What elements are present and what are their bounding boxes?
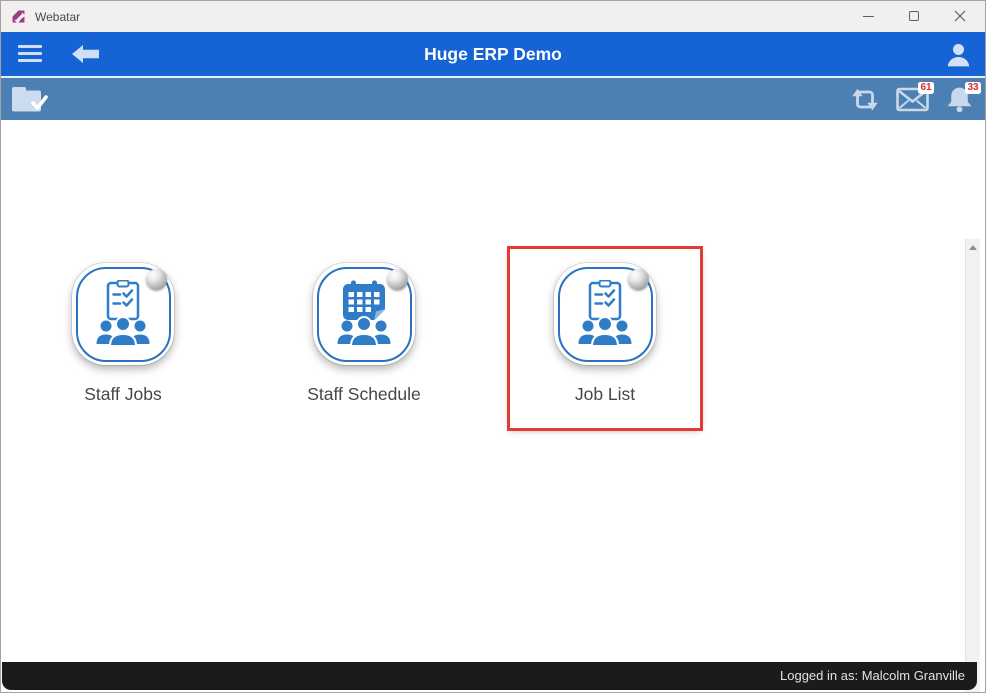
- vertical-scrollbar[interactable]: [965, 239, 980, 692]
- mail-button[interactable]: 61: [894, 81, 934, 117]
- scroll-up-button[interactable]: [966, 240, 980, 255]
- folder-button[interactable]: [9, 84, 51, 115]
- tile-icon-container: [554, 263, 656, 365]
- clipboard-people-icon: [96, 280, 150, 347]
- status-bar: Logged in as: Malcolm Granville: [2, 662, 977, 690]
- tile-job-list[interactable]: Job List: [507, 246, 703, 431]
- main-content: Staff Jobs Staff Schedule Job List: [1, 120, 985, 692]
- tile-label: Staff Schedule: [307, 384, 421, 404]
- toolbar: 61 33: [1, 76, 985, 120]
- window-controls: [845, 1, 983, 31]
- repeat-icon: [852, 88, 878, 110]
- logged-in-status: Logged in as: Malcolm Granville: [780, 668, 965, 683]
- close-button[interactable]: [937, 1, 983, 31]
- notifications-button[interactable]: 33: [941, 81, 981, 117]
- app-tiles: Staff Jobs Staff Schedule Job List: [28, 246, 703, 431]
- tile-staff-schedule[interactable]: Staff Schedule: [269, 249, 459, 428]
- tile-icon-container: [72, 263, 174, 365]
- tile-sphere-icon: [628, 269, 649, 290]
- tile-sphere-icon: [146, 269, 167, 290]
- app-header: Huge ERP Demo: [1, 32, 985, 76]
- user-button[interactable]: [945, 41, 972, 68]
- minimize-icon: [862, 15, 874, 17]
- tile-icon-container: [313, 263, 415, 365]
- refresh-button[interactable]: [847, 81, 883, 117]
- mail-badge: 61: [918, 82, 934, 94]
- tile-label: Job List: [574, 384, 636, 404]
- tile-sphere-icon: [387, 269, 408, 290]
- app-window: Webatar Huge ERP Demo 61 33 Staff Jobs S…: [0, 0, 986, 693]
- app-title: Webatar: [35, 9, 81, 24]
- calendar-people-icon: [337, 280, 391, 347]
- tile-staff-jobs[interactable]: Staff Jobs: [28, 249, 218, 428]
- toolbar-actions: 61 33: [847, 78, 981, 120]
- notifications-badge: 33: [965, 82, 981, 94]
- close-icon: [954, 10, 966, 22]
- page-title: Huge ERP Demo: [424, 44, 562, 64]
- titlebar: Webatar: [1, 1, 985, 32]
- folder-check-icon: [12, 87, 48, 112]
- maximize-button[interactable]: [891, 1, 937, 31]
- minimize-button[interactable]: [845, 1, 891, 31]
- clipboard-people-icon: [578, 280, 632, 347]
- maximize-icon: [909, 11, 919, 21]
- user-icon: [947, 43, 970, 67]
- scroll-up-icon: [969, 245, 977, 250]
- webatar-logo-icon: [12, 10, 25, 23]
- tile-label: Staff Jobs: [84, 384, 162, 404]
